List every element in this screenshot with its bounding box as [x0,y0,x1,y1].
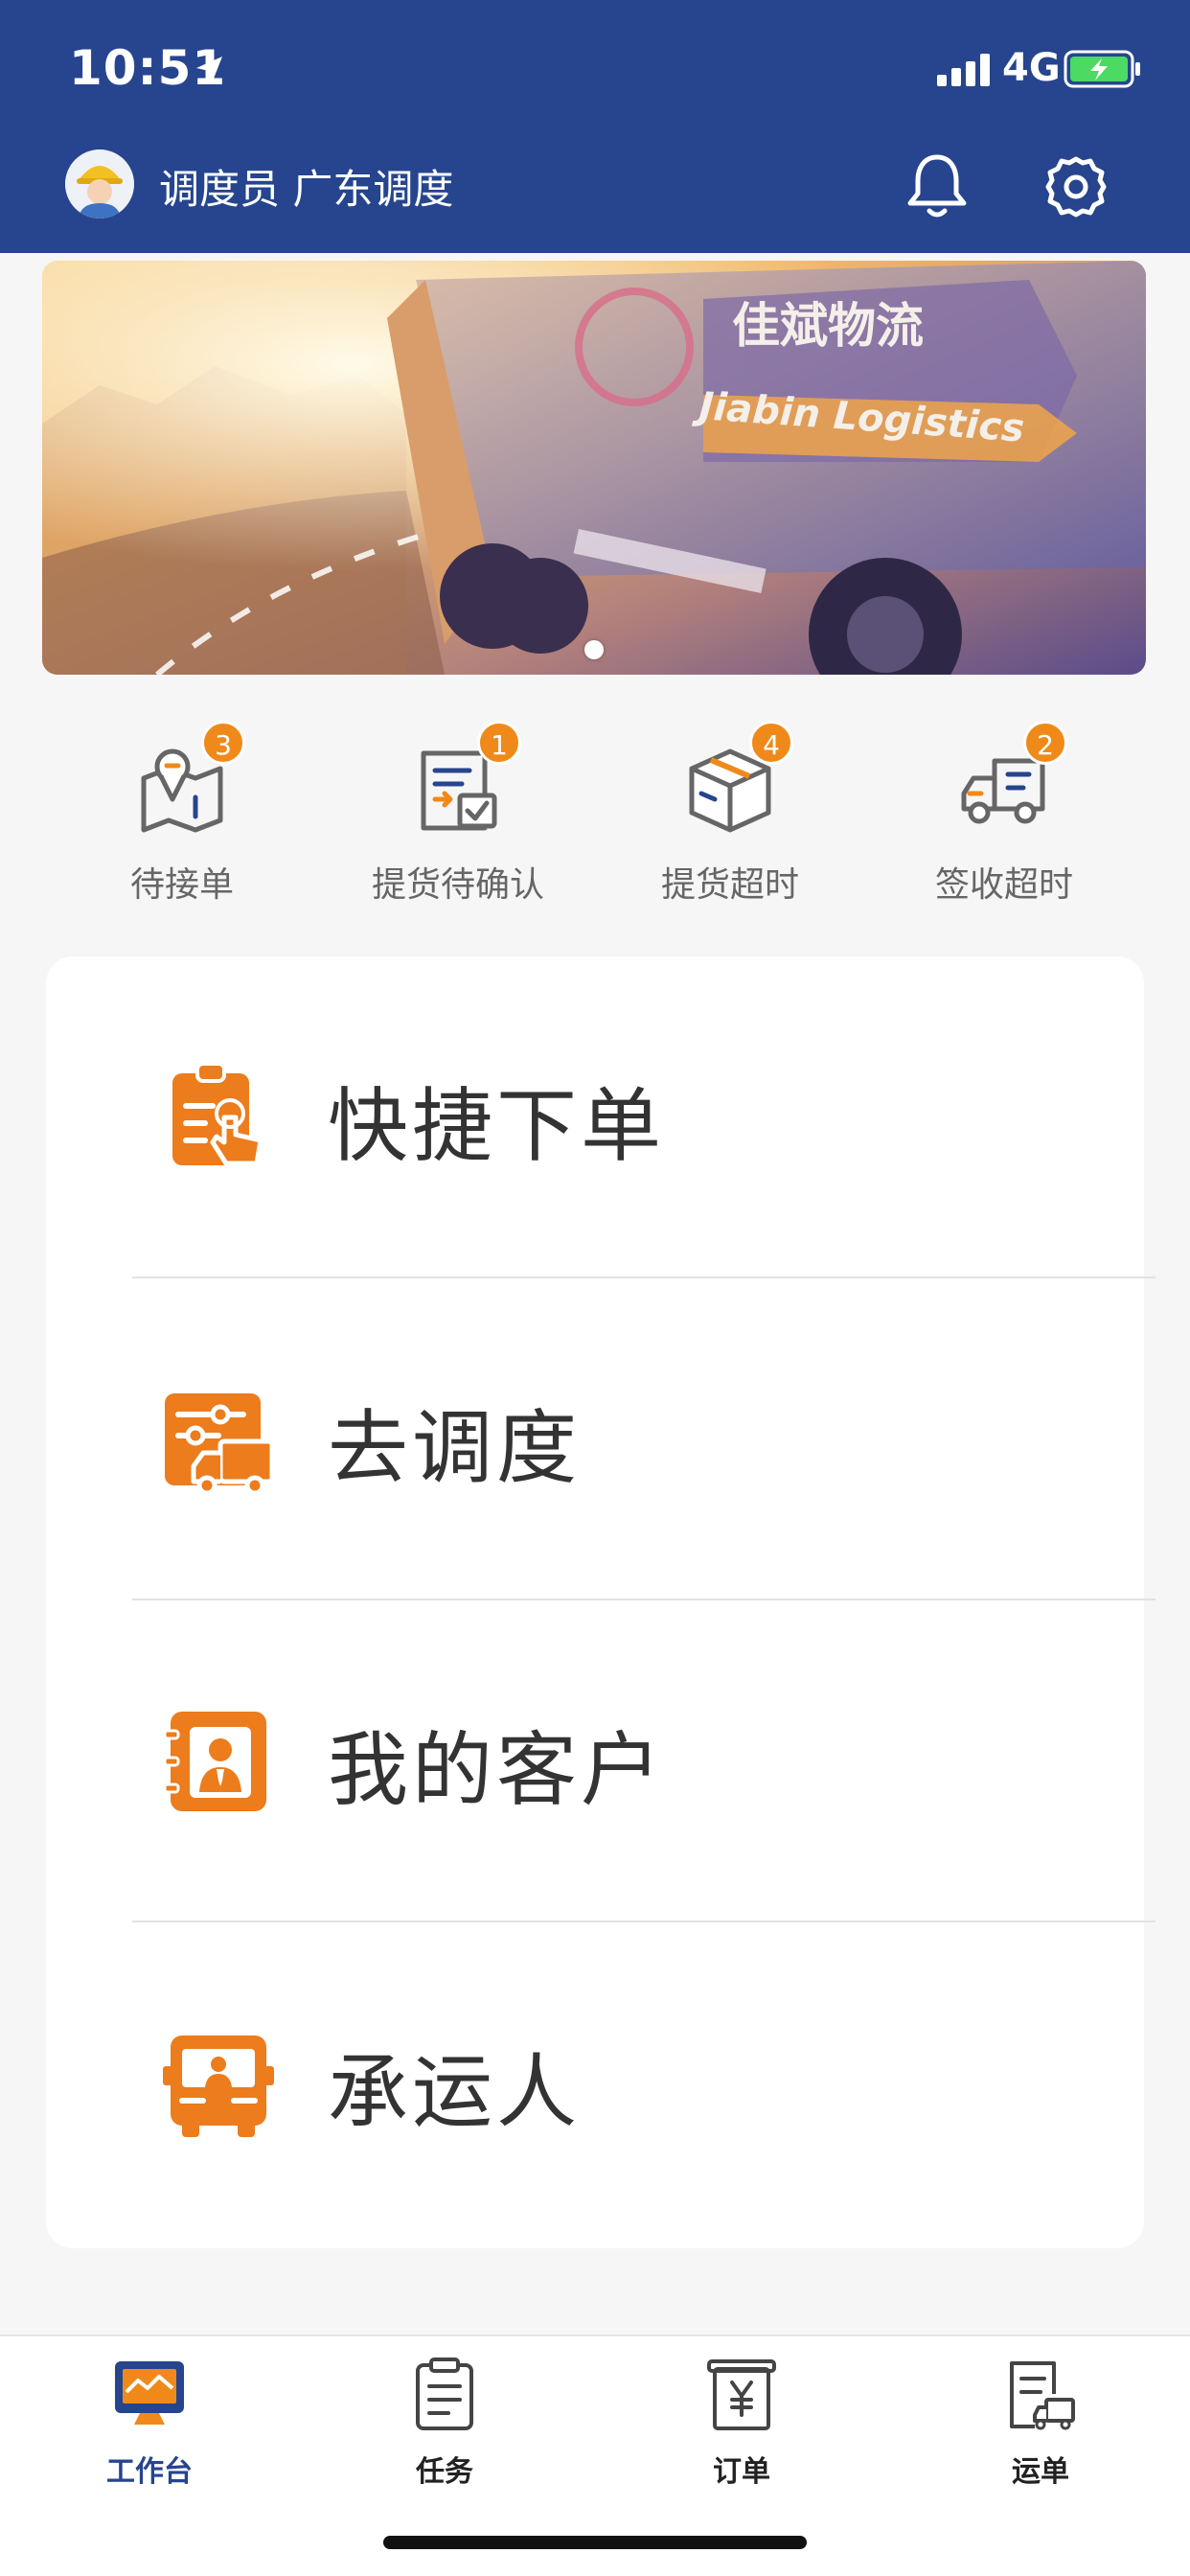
stat-badge: 4 [749,721,793,765]
monitor-icon [115,2361,184,2425]
avatar[interactable] [65,150,134,218]
menu-item-label: 我的客户 [328,1723,666,1817]
stat-sign-overtime[interactable]: 2 签收超时 [880,717,1129,908]
menu-item-quick-order[interactable]: 快捷下单 [46,956,1144,1278]
tab-tasks[interactable]: 任务 [358,2356,531,2499]
banner-page-indicator[interactable] [584,640,604,659]
user-name: 调度员 广东调度 [159,166,454,213]
waybill-truck-icon [1010,2361,1075,2430]
signal-icon [937,54,993,90]
notification-button[interactable] [904,151,970,220]
menu-item-label: 承运人 [328,2045,582,2139]
tab-orders[interactable]: 订单 [655,2356,828,2499]
stat-pickup-confirm[interactable]: 1 提货待确认 [333,717,583,908]
menu-item-label: 快捷下单 [328,1079,666,1173]
home-indicator[interactable] [383,2536,807,2549]
menu-item-my-customers[interactable]: 我的客户 [46,1600,1144,1922]
clipboard-tap-icon [172,1062,263,1166]
menu-card: 快捷下单 去调度 我的客户 承运人 [46,956,1156,2248]
gear-icon [1045,156,1107,218]
tab-label: 订单 [713,2455,770,2489]
menu-item-dispatch[interactable]: 去调度 [46,1278,1144,1600]
tab-waybills[interactable]: 运单 [954,2356,1127,2499]
network-type: 4G [1002,46,1061,90]
tab-label: 工作台 [106,2455,193,2489]
yen-receipt-icon [707,2359,776,2430]
stat-pending-accept[interactable]: 3 待接单 [57,717,307,908]
clipboard-icon [416,2358,473,2430]
dispatch-truck-icon [165,1393,275,1496]
promo-banner[interactable]: 佳斌物流 Jiabin Logistics [42,261,1146,675]
app-header: 10:51 4G 调度员 广东调度 [0,0,1190,253]
stat-label: 签收超时 [934,865,1073,905]
bell-icon [907,154,967,218]
contact-book-icon [163,1712,266,1811]
stat-badge: 2 [1023,721,1067,765]
stat-badge: 3 [201,721,245,765]
tab-label: 任务 [416,2455,473,2489]
stat-pickup-overtime[interactable]: 4 提货超时 [606,717,855,908]
menu-item-carrier[interactable]: 承运人 [46,1922,1144,2244]
stat-label: 提货超时 [660,865,799,905]
status-bar: 10:51 4G [0,0,1190,144]
menu-item-label: 去调度 [328,1401,582,1495]
tab-label: 运单 [1012,2455,1069,2489]
quick-stats: 3 待接单 1 提货待确认 4 提货超时 2 签收超时 [0,717,1190,908]
bus-driver-icon [163,2036,274,2137]
location-arrow-icon [194,54,226,90]
banner-brand-cn: 佳斌物流 [732,298,924,354]
stat-label: 待接单 [129,865,234,905]
user-row: 调度员 广东调度 [0,144,1190,253]
stat-label: 提货待确认 [371,865,544,905]
settings-button[interactable] [1044,155,1108,218]
stat-badge: 1 [477,721,521,765]
banner-image: 佳斌物流 Jiabin Logistics [42,261,1146,675]
battery-charging-icon [1064,50,1142,92]
tab-workbench[interactable]: 工作台 [63,2356,236,2499]
